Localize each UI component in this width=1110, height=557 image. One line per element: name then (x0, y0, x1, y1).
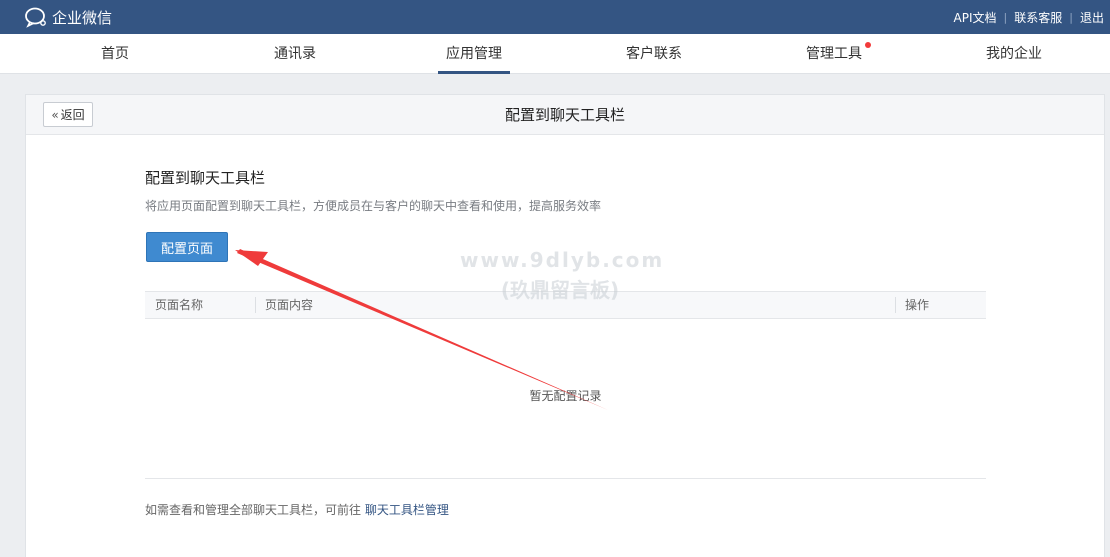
api-docs-link[interactable]: API文档 (954, 9, 997, 26)
nav-item-customer-contact[interactable]: 客户联系 (599, 34, 709, 74)
table-header: 页面名称 页面内容 操作 (145, 291, 986, 319)
config-table: 页面名称 页面内容 操作 暂无配置记录 (145, 291, 986, 479)
main-nav: 首页 通讯录 应用管理 客户联系 管理工具 我的企业 (0, 34, 1110, 74)
page-title: 配置到聊天工具栏 (504, 106, 625, 124)
nav-item-my-enterprise[interactable]: 我的企业 (959, 34, 1069, 74)
divider: | (1003, 10, 1008, 24)
logo[interactable]: 企业微信 (24, 6, 112, 28)
chat-toolbar-management-link[interactable]: 聊天工具栏管理 (365, 503, 449, 517)
footer-note-text: 如需查看和管理全部聊天工具栏，可前往 (145, 503, 362, 517)
column-header-page-content: 页面内容 (265, 298, 314, 312)
footer-note: 如需查看和管理全部聊天工具栏，可前往 聊天工具栏管理 (145, 501, 449, 518)
app-name: 企业微信 (52, 8, 113, 27)
divider: | (1069, 10, 1073, 24)
nav-item-contacts[interactable]: 通讯录 (240, 34, 350, 74)
column-divider (895, 297, 896, 313)
nav-item-home[interactable]: 首页 (60, 34, 170, 74)
empty-state-text: 暂无配置记录 (529, 389, 602, 403)
chat-bubble-icon (25, 7, 46, 28)
section-description: 将应用页面配置到聊天工具栏，方便成员在与客户的聊天中查看和使用，提高服务效率 (145, 199, 602, 213)
card-header: « 返回 配置到聊天工具栏 (26, 95, 1104, 135)
column-header-actions: 操作 (905, 298, 930, 312)
contact-support-link[interactable]: 联系客服 (1014, 9, 1062, 26)
logout-link[interactable]: 退出 (1080, 9, 1104, 26)
nav-item-management-tools[interactable]: 管理工具 (779, 34, 889, 74)
content-card: « 返回 配置到聊天工具栏 配置到聊天工具栏 将应用页面配置到聊天工具栏，方便成… (25, 94, 1105, 557)
column-header-page-name: 页面名称 (155, 298, 204, 312)
column-divider (255, 297, 256, 313)
configure-page-button[interactable]: 配置页面 (146, 232, 228, 262)
top-bar: 企业微信 API文档 | 联系客服 | 退出 (0, 0, 1110, 34)
nav-item-app-management[interactable]: 应用管理 (419, 34, 529, 74)
section-title: 配置到聊天工具栏 (145, 169, 266, 187)
notification-dot (865, 42, 871, 48)
top-links: API文档 | 联系客服 | 退出 (954, 0, 1104, 34)
